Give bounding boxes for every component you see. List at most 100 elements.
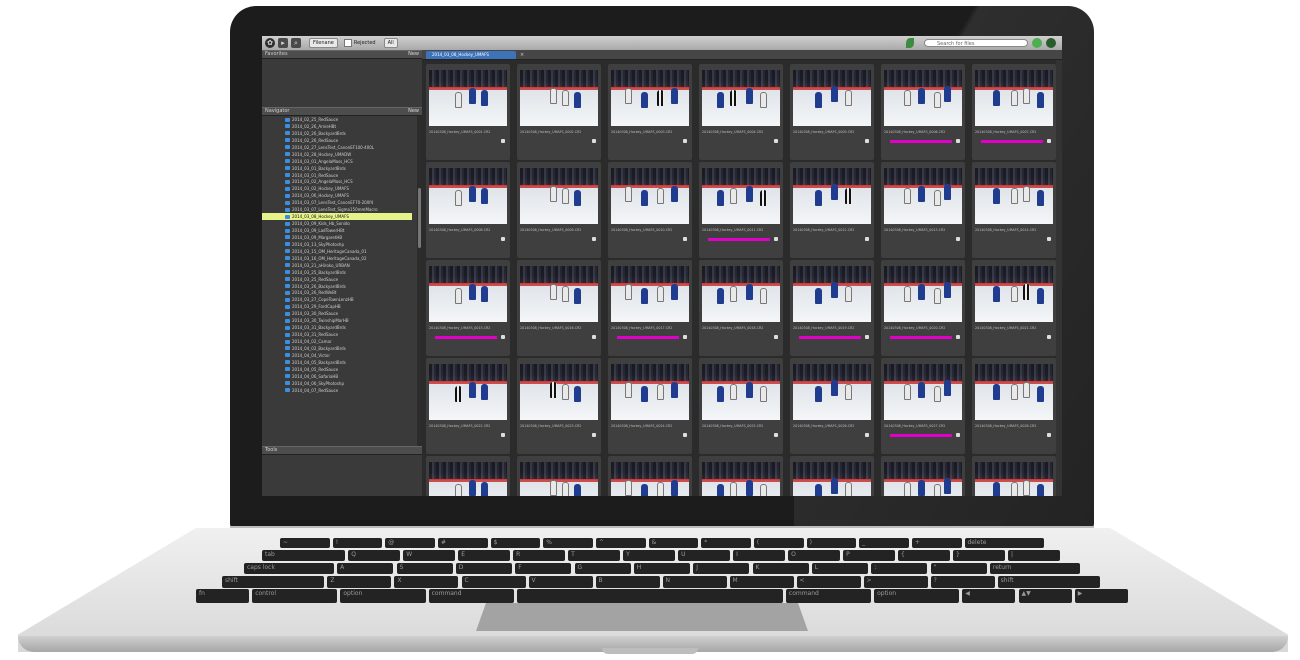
hockey-photo-thumbnail[interactable]: [884, 364, 962, 420]
folder-item[interactable]: 2014_03_13_SkyPhotoshp: [284, 241, 412, 248]
keyboard-key[interactable]: return: [989, 563, 1080, 574]
folder-item[interactable]: 2014_04_06_SkyPhotoshp: [284, 380, 412, 387]
folder-item[interactable]: 2014_03_29_FordCapHB: [284, 303, 412, 310]
thumbnail-badge-icon[interactable]: [865, 237, 869, 241]
hockey-photo-thumbnail[interactable]: [884, 168, 962, 224]
keyboard-key[interactable]: B: [595, 576, 660, 588]
keyboard-key[interactable]: delete: [964, 538, 1044, 548]
thumbnail-cell[interactable]: 20140308_Hockey_UMAFS_0003.CR2: [608, 64, 692, 160]
folder-item[interactable]: 2014_02_26_BackyardBrds: [284, 130, 412, 137]
hockey-photo-thumbnail[interactable]: [520, 70, 598, 126]
keyboard-key[interactable]: X: [394, 576, 459, 588]
thumbnail-badge-icon[interactable]: [1047, 335, 1051, 339]
thumbnail-cell[interactable]: 20140308_Hockey_UMAFS_0025.CR2: [699, 358, 783, 454]
keyboard-key[interactable]: }: [953, 550, 1005, 561]
leaf-icon[interactable]: [906, 38, 914, 48]
keyboard-key[interactable]: Z: [327, 576, 392, 588]
folder-item[interactable]: 2014_04_04_Victor: [284, 352, 412, 359]
hockey-photo-thumbnail[interactable]: [793, 364, 871, 420]
keyboard-key[interactable]: shift: [222, 576, 325, 588]
keyboard-key[interactable]: command: [428, 589, 514, 603]
folder-item[interactable]: 2014_03_30_RedSauce: [284, 310, 412, 317]
keyboard-key[interactable]: E: [458, 550, 511, 561]
keyboard-key[interactable]: I: [733, 550, 786, 561]
thumbnail-cell[interactable]: 20140308_Hockey_UMAFS_0027.CR2: [881, 358, 965, 454]
keyboard-key[interactable]: ^: [595, 538, 646, 548]
thumbnail-badge-icon[interactable]: [774, 139, 778, 143]
thumbnail-cell[interactable]: [881, 456, 965, 496]
hockey-photo-thumbnail[interactable]: [702, 364, 780, 420]
hockey-photo-thumbnail[interactable]: [793, 70, 871, 126]
thumbnail-cell[interactable]: 20140308_Hockey_UMAFS_0014.CR2: [972, 162, 1056, 258]
thumbnail-badge-icon[interactable]: [1047, 237, 1051, 241]
thumbnail-cell[interactable]: 20140308_Hockey_UMAFS_0005.CR2: [790, 64, 874, 160]
keyboard-key[interactable]: Y: [623, 550, 676, 561]
thumbnail-cell[interactable]: 20140308_Hockey_UMAFS_0020.CR2: [881, 260, 965, 356]
thumbnail-badge-icon[interactable]: [683, 335, 687, 339]
thumbnail-badge-icon[interactable]: [592, 139, 596, 143]
grid-scrollbar[interactable]: [1056, 60, 1062, 496]
thumbnail-badge-icon[interactable]: [501, 335, 505, 339]
keyboard-key[interactable]: option: [340, 589, 426, 603]
keyboard-key[interactable]: W: [403, 550, 456, 561]
hockey-photo-thumbnail[interactable]: [429, 462, 507, 496]
hockey-photo-thumbnail[interactable]: [520, 364, 598, 420]
hockey-photo-thumbnail[interactable]: [520, 462, 598, 496]
keyboard-key[interactable]: V: [528, 576, 593, 588]
keyboard-key[interactable]: ?: [930, 576, 995, 588]
keyboard-key[interactable]: P: [843, 550, 896, 561]
thumbnail-badge-icon[interactable]: [956, 335, 960, 339]
keyboard-key[interactable]: ▲▼: [1018, 589, 1072, 603]
thumbnail-cell[interactable]: 20140308_Hockey_UMAFS_0028.CR2: [972, 358, 1056, 454]
thumbnail-cell[interactable]: 20140308_Hockey_UMAFS_0010.CR2: [608, 162, 692, 258]
keyboard-key[interactable]: ▶: [1074, 589, 1128, 603]
hockey-photo-thumbnail[interactable]: [975, 70, 1053, 126]
hockey-photo-thumbnail[interactable]: [884, 462, 962, 496]
keyboard-key[interactable]: A: [337, 563, 394, 574]
thumbnail-badge-icon[interactable]: [1047, 433, 1051, 437]
hockey-photo-thumbnail[interactable]: [975, 266, 1053, 322]
hockey-photo-thumbnail[interactable]: [975, 462, 1053, 496]
folder-item[interactable]: 2014_03_09_MargaretHB: [284, 234, 412, 241]
folder-item[interactable]: 2014_03_01_BackyardBrds: [284, 165, 412, 172]
keyboard-key[interactable]: U: [678, 550, 731, 561]
keyboard-key[interactable]: ): [806, 538, 857, 548]
folder-item[interactable]: 2014_02_26_RedSauce: [284, 137, 412, 144]
keyboard-key[interactable]: D: [455, 563, 513, 574]
hockey-photo-thumbnail[interactable]: [702, 462, 780, 496]
folder-item[interactable]: 2014_03_02_AngelaMass_HCS: [284, 178, 412, 185]
folder-item[interactable]: 2014_04_06_SafariaHB: [284, 373, 412, 380]
thumbnail-cell[interactable]: 20140308_Hockey_UMAFS_0021.CR2: [972, 260, 1056, 356]
thumbnail-cell[interactable]: 20140308_Hockey_UMAFS_0009.CR2: [517, 162, 601, 258]
filter-select[interactable]: Filenane: [309, 38, 338, 48]
folder-item[interactable]: 2014_03_31_RedSauce: [284, 331, 412, 338]
thumbnail-badge-icon[interactable]: [501, 237, 505, 241]
folder-item[interactable]: 2014_03_01_AngelaMass_HCS: [284, 158, 412, 165]
thumbnail-cell[interactable]: 20140308_Hockey_UMAFS_0002.CR2: [517, 64, 601, 160]
folder-item[interactable]: 2014_03_26_BackyardBrds: [284, 283, 412, 290]
thumbnail-cell[interactable]: [699, 456, 783, 496]
thumbnail-cell[interactable]: [790, 456, 874, 496]
keyboard-key[interactable]: $: [490, 538, 541, 548]
keyboard-key[interactable]: S: [396, 563, 453, 574]
thumbnail-cell[interactable]: 20140308_Hockey_UMAFS_0015.CR2: [426, 260, 510, 356]
sync-status-icon[interactable]: [1032, 38, 1042, 48]
key-space[interactable]: [516, 589, 783, 603]
folder-item[interactable]: 2014_03_09_Kids_Hb_Sonido: [284, 220, 412, 227]
hockey-photo-thumbnail[interactable]: [429, 364, 507, 420]
folder-item[interactable]: 2014_02_28_Hockey_UMADW: [284, 151, 412, 158]
thumbnail-badge-icon[interactable]: [956, 139, 960, 143]
keyboard-key[interactable]: control: [252, 589, 338, 603]
thumbnail-badge-icon[interactable]: [592, 237, 596, 241]
keyboard-key[interactable]: ": [930, 563, 987, 574]
keyboard-key[interactable]: {: [898, 550, 950, 561]
keyboard-key[interactable]: M: [729, 576, 794, 588]
hockey-photo-thumbnail[interactable]: [975, 168, 1053, 224]
hockey-photo-thumbnail[interactable]: [702, 168, 780, 224]
keyboard-key[interactable]: *: [701, 538, 751, 548]
thumbnail-badge-icon[interactable]: [774, 433, 778, 437]
folder-item[interactable]: 2014_02_26_ArnieHBt: [284, 123, 412, 130]
keyboard-key[interactable]: fn: [196, 589, 250, 603]
folder-item[interactable]: 2014_03_02_Hockey_UMAFS: [284, 185, 412, 192]
hockey-photo-thumbnail[interactable]: [884, 266, 962, 322]
